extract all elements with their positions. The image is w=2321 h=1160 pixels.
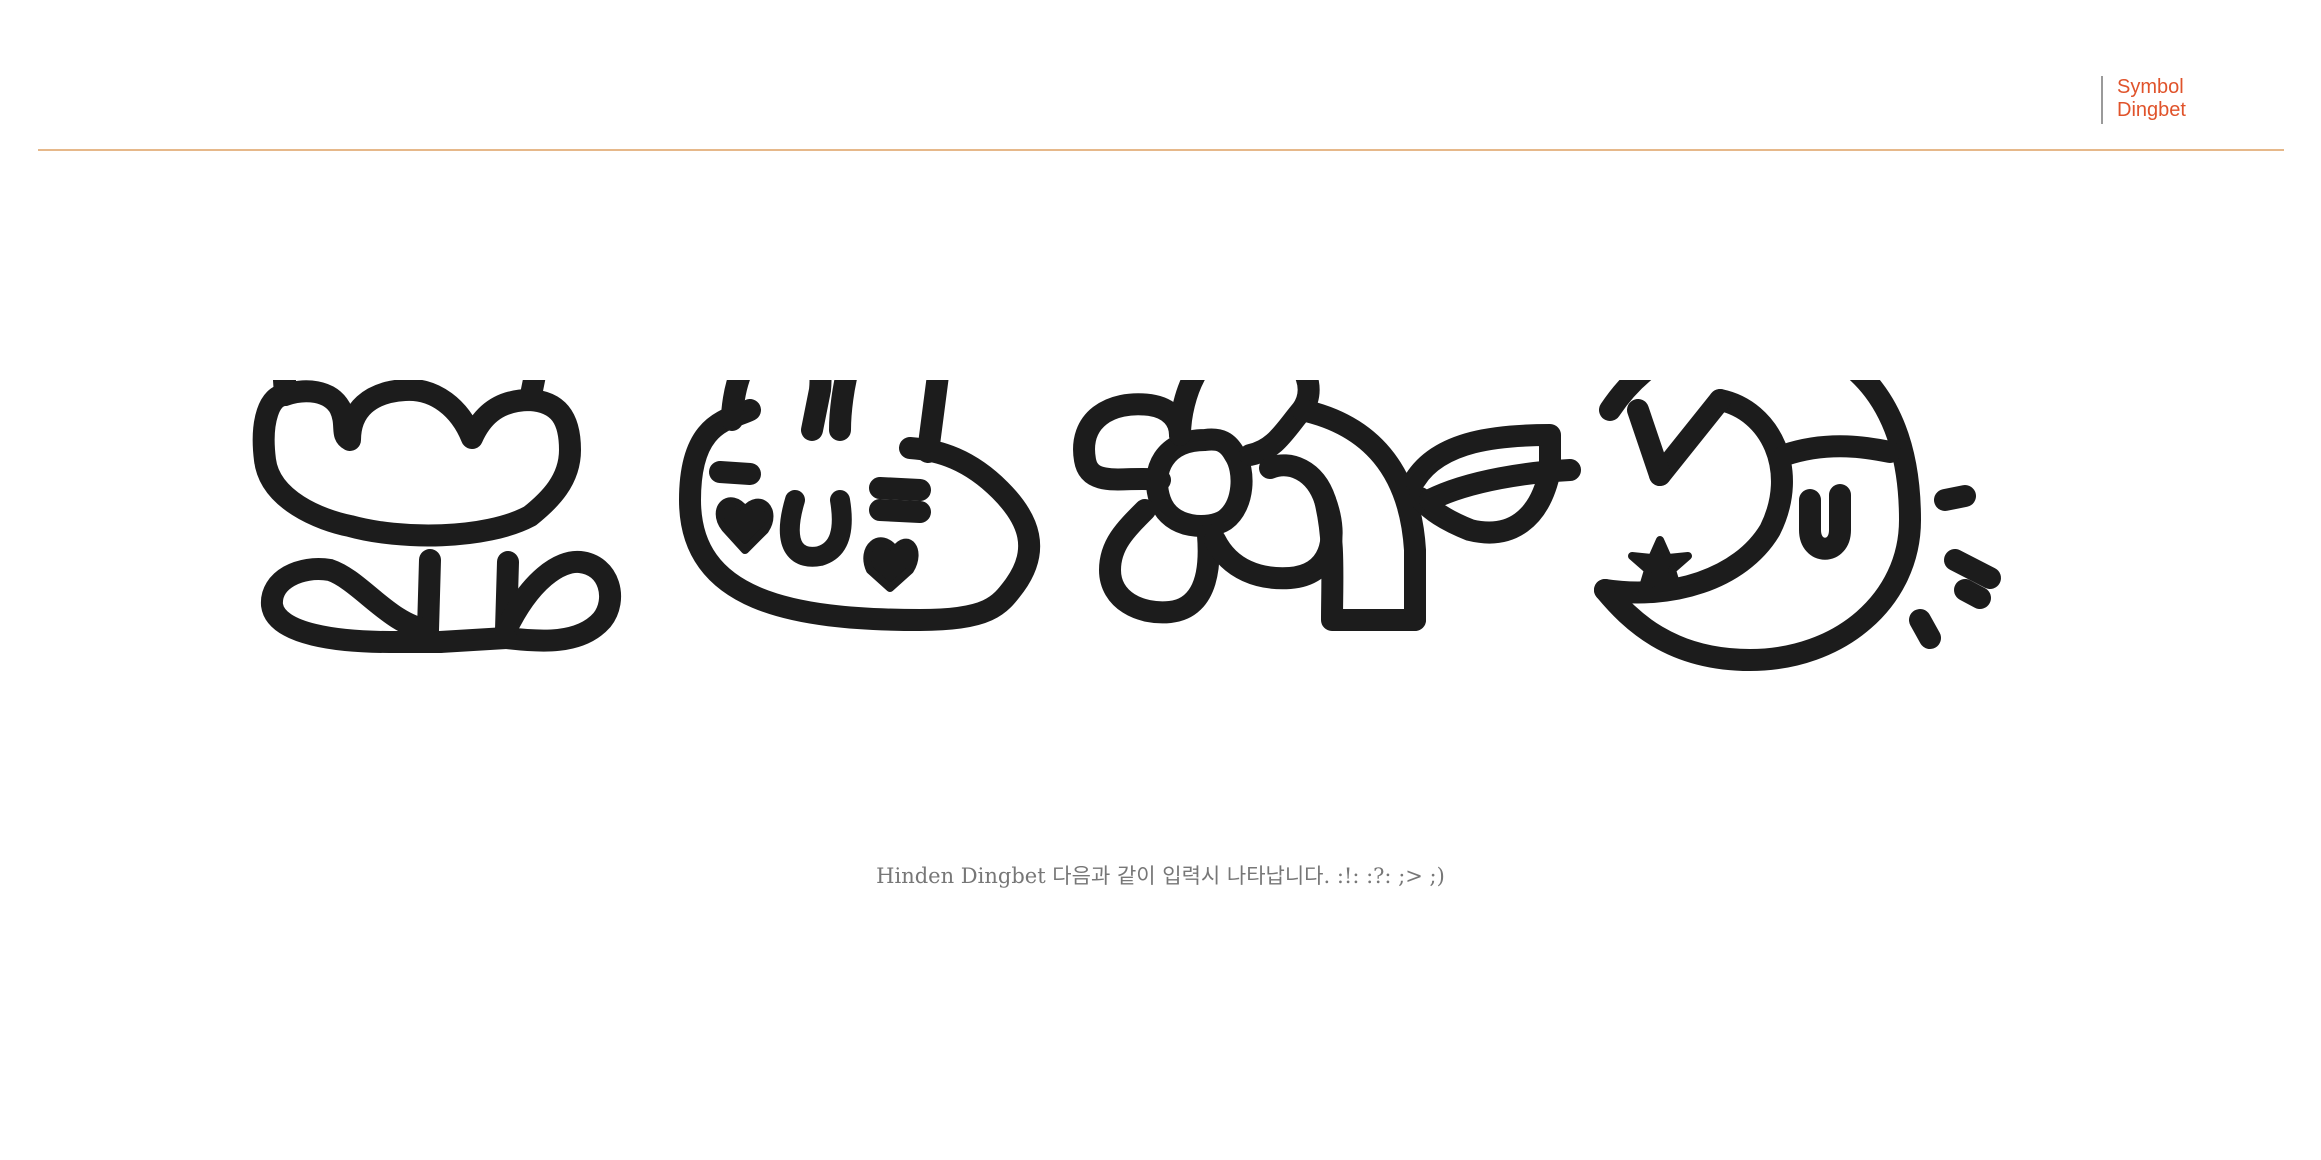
dingbat-caption: Hinden Dingbet 다음과 같이 입력시 나타납니다. :!: :?:… (876, 864, 1445, 888)
dingbat-row (240, 380, 2100, 800)
crescent-moon-star-icon (1594, 380, 2001, 671)
label-line-1: Symbol (2117, 76, 2184, 98)
label-line-2: Dingbet (2117, 99, 2186, 121)
bunny-face-icon (679, 380, 1041, 631)
header-divider (38, 149, 2284, 151)
flower-leaf-icon (1073, 380, 1581, 631)
crown-creature-icon (252, 380, 621, 653)
symbol-dingbet-label: Symbol Dingbet (2101, 76, 2186, 124)
